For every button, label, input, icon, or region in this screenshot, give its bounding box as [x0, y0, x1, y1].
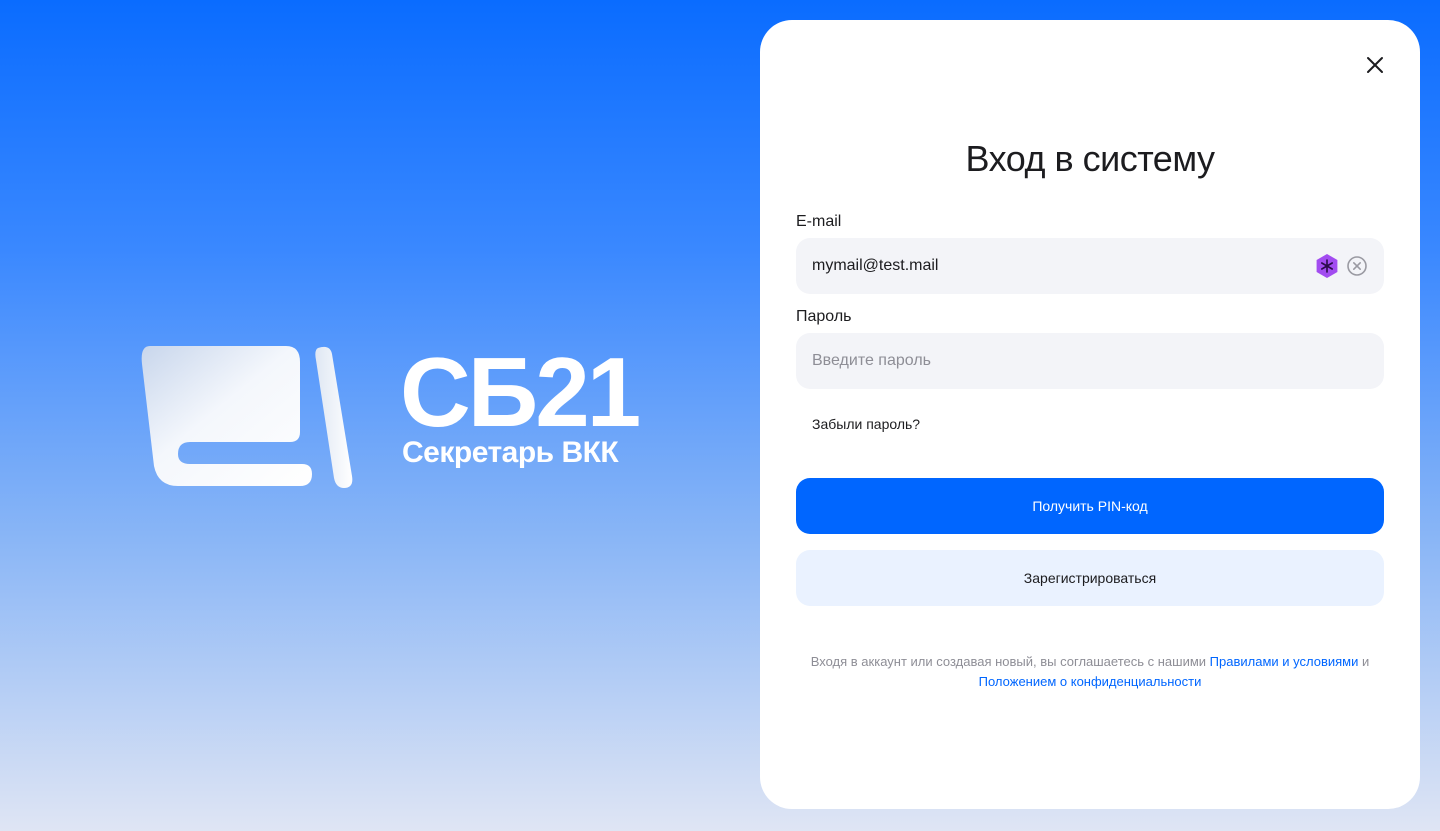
privacy-link[interactable]: Положением о конфиденциальности — [979, 674, 1202, 689]
forgot-password-link[interactable]: Забыли пароль? — [812, 416, 920, 432]
terms-link[interactable]: Правилами и условиями — [1210, 654, 1359, 669]
password-placeholder: Введите пароль — [812, 352, 931, 369]
legal-text: Входя в аккаунт или создавая новый, вы с… — [810, 654, 1207, 669]
legal-conjunction: и — [1362, 654, 1370, 669]
email-field[interactable]: mymail@test.mail — [796, 238, 1384, 294]
email-field-icons — [1314, 253, 1368, 279]
brand-logo-icon — [141, 346, 353, 488]
email-label: E-mail — [796, 213, 842, 230]
close-icon — [1367, 57, 1383, 73]
email-value: mymail@test.mail — [812, 257, 939, 274]
legal-notice: Входя в аккаунт или создавая новый, вы с… — [790, 652, 1390, 692]
page-title: Вход в систему — [965, 138, 1215, 179]
get-pin-button[interactable]: Получить PIN-код — [796, 478, 1384, 534]
clear-input-icon[interactable] — [1346, 255, 1368, 277]
login-card: Вход в систему E-mail mymail@test.mail П… — [760, 20, 1420, 809]
brand-name: СБ21 — [400, 337, 641, 447]
brand-subtitle: Секретарь ВКК — [402, 436, 619, 469]
password-manager-icon[interactable] — [1314, 253, 1340, 279]
password-field[interactable]: Введите пароль — [796, 333, 1384, 389]
password-label: Пароль — [796, 308, 852, 325]
close-button[interactable] — [1360, 50, 1390, 80]
register-button[interactable]: Зарегистрироваться — [796, 550, 1384, 606]
brand-block: СБ21 Секретарь ВКК — [140, 337, 641, 490]
